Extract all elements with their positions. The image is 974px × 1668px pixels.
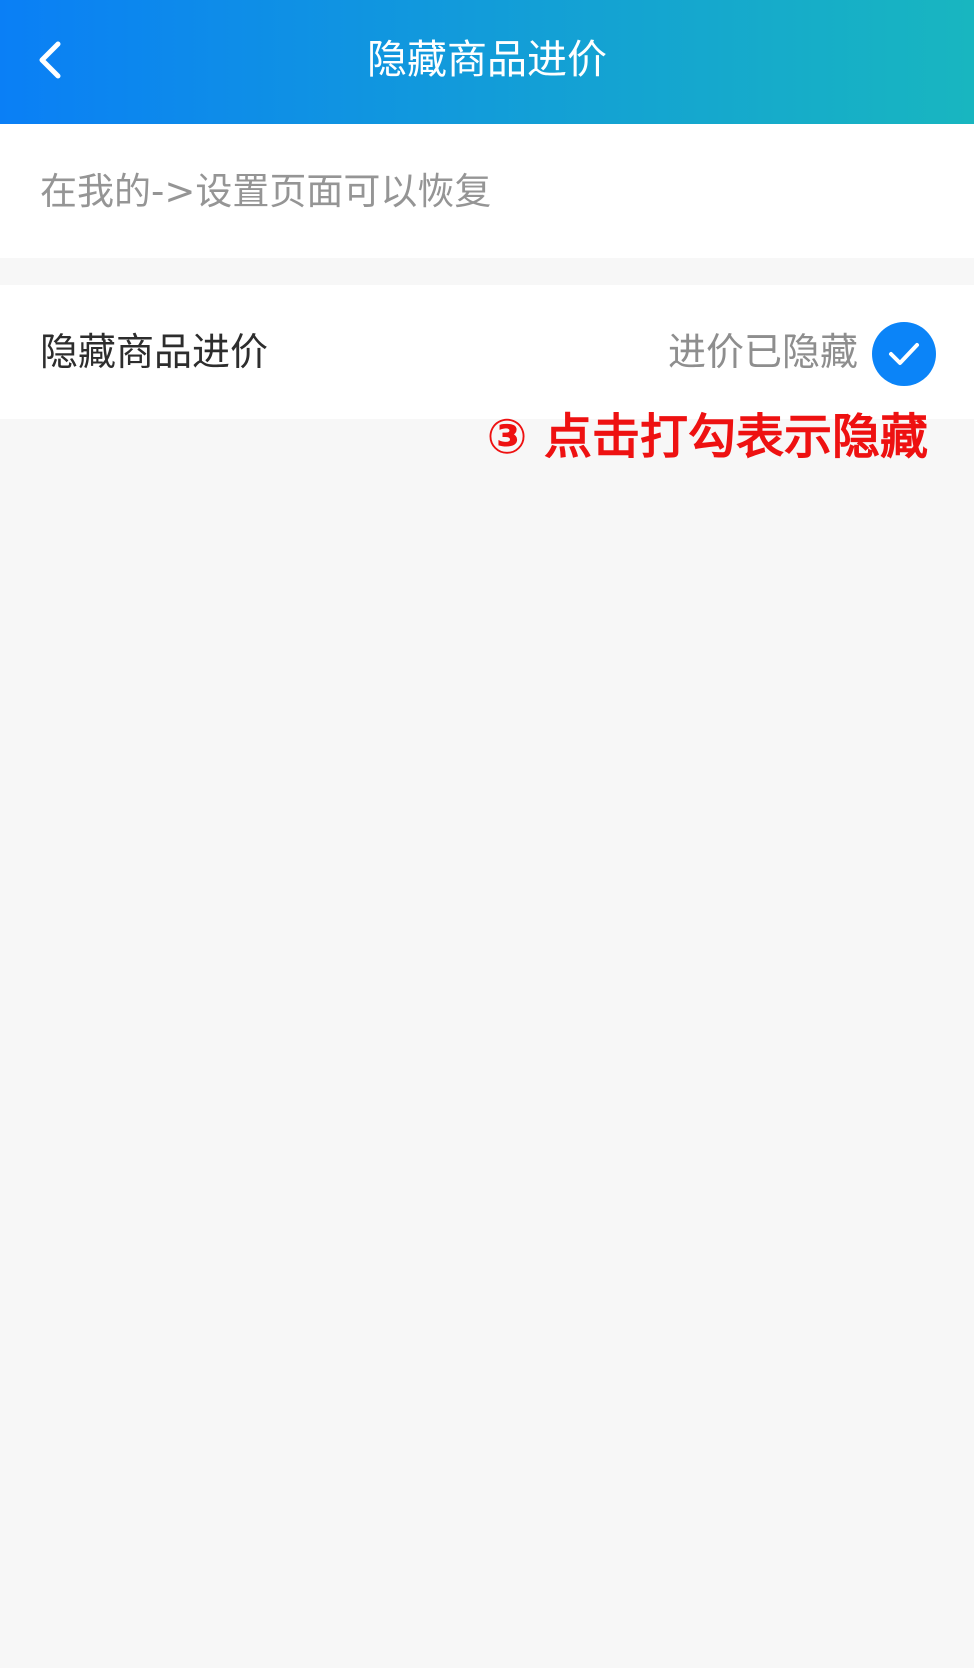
page-title: 隐藏商品进价 — [367, 37, 607, 83]
setting-status-text: 进价已隐藏 — [667, 330, 858, 374]
navigation-bar: 隐藏商品进价 — [0, 0, 974, 124]
hint-panel: 在我的->设置页面可以恢复 — [0, 124, 974, 258]
hide-cost-price-row[interactable]: 隐藏商品进价 进价已隐藏 — [0, 285, 974, 419]
checkmark-icon — [889, 343, 919, 365]
setting-label: 隐藏商品进价 — [40, 330, 269, 374]
restore-hint-text: 在我的->设置页面可以恢复 — [40, 170, 492, 213]
hide-cost-price-checkbox[interactable] — [872, 322, 936, 386]
instruction-annotation: ③ 点击打勾表示隐藏 — [486, 409, 928, 465]
